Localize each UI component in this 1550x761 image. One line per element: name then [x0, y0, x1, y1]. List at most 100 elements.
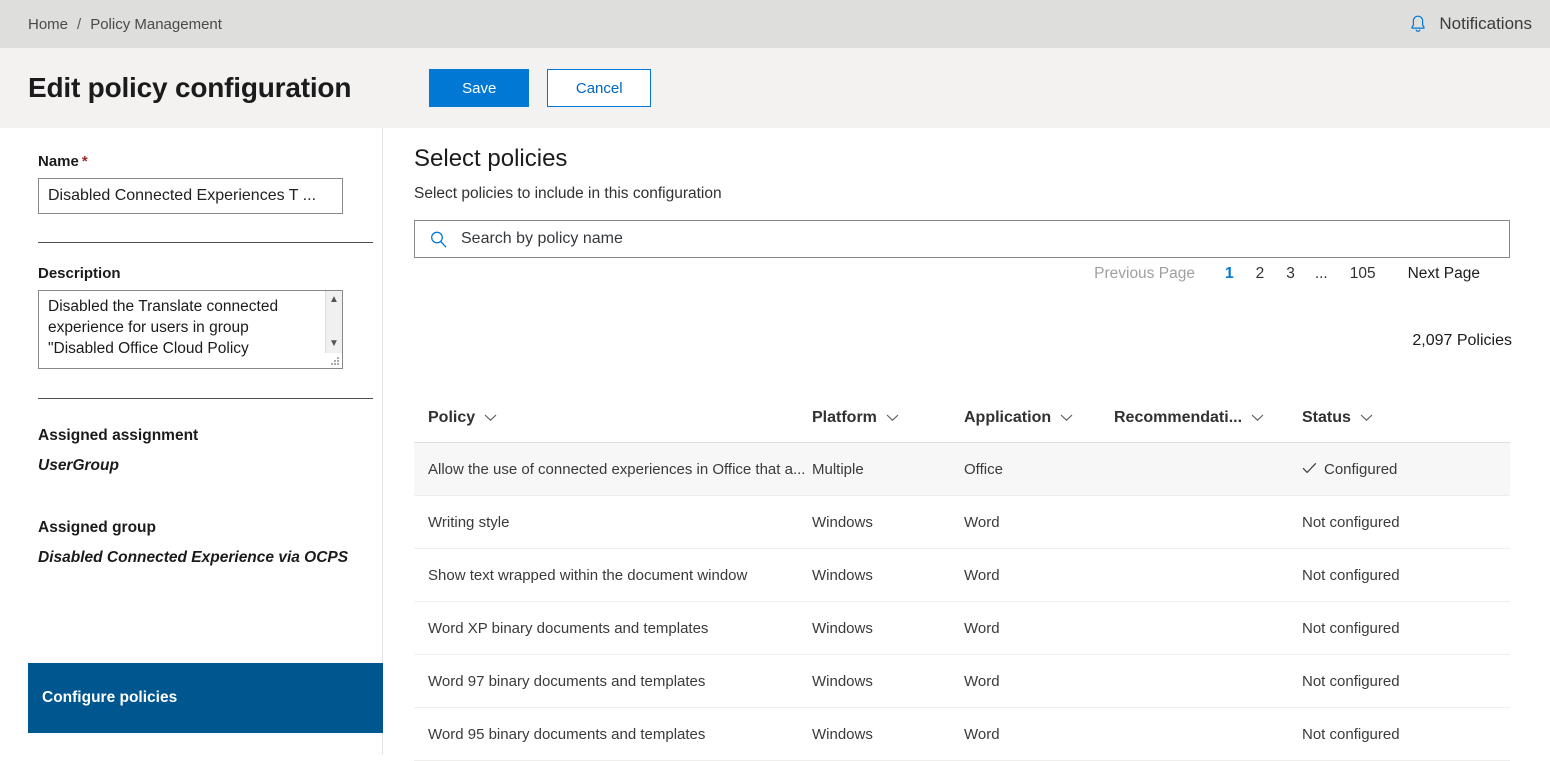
previous-page-button[interactable]: Previous Page [1094, 265, 1195, 283]
cancel-button[interactable]: Cancel [547, 69, 652, 107]
save-button[interactable]: Save [429, 69, 530, 107]
description-field-group: Description Disabled the Translate conne… [28, 243, 382, 369]
column-header-recommendation-label: Recommendati... [1114, 408, 1243, 426]
column-header-status-label: Status [1302, 408, 1351, 426]
column-header-status[interactable]: Status [1302, 409, 1482, 427]
required-marker: * [81, 153, 88, 170]
chevron-down-icon [886, 414, 899, 421]
table-row[interactable]: Allow the use of connected experiences i… [414, 443, 1510, 496]
top-navigation-bar: Home / Policy Management Notifications [0, 0, 1550, 48]
chevron-down-icon [484, 414, 497, 421]
name-field-group: Name * [28, 128, 382, 214]
page-button-3[interactable]: 3 [1286, 265, 1295, 283]
cell-application: Word [964, 513, 1000, 531]
cell-policy: Show text wrapped within the document wi… [428, 566, 748, 584]
scroll-down-icon[interactable]: ▼ [329, 339, 339, 349]
column-header-platform-label: Platform [812, 408, 877, 426]
bell-icon [1408, 14, 1428, 35]
notifications-button[interactable]: Notifications [1408, 14, 1532, 35]
status-text: Not configured [1302, 513, 1400, 531]
page-button-last[interactable]: 105 [1350, 265, 1376, 283]
cell-status: Not configured [1302, 514, 1482, 531]
configure-policies-label: Configure policies [42, 689, 178, 706]
cell-application: Word [964, 725, 1000, 743]
policies-table: Policy Platform Application Recommendati… [414, 393, 1510, 761]
description-scrollbar[interactable]: ▲ ▼ [325, 291, 342, 353]
page-content: Name* Description Disabled the Translate… [0, 128, 1550, 761]
chevron-down-icon [1060, 414, 1073, 421]
column-header-recommendation[interactable]: Recommendati... [1114, 409, 1302, 427]
assigned-group-label: Assigned group [38, 519, 156, 536]
status-text: Not configured [1302, 619, 1400, 637]
search-icon [415, 230, 448, 249]
status-text: Configured [1324, 460, 1398, 478]
cell-policy: Allow the use of connected experiences i… [428, 460, 806, 478]
cell-application: Word [964, 672, 1000, 690]
table-row[interactable]: Writing style Windows Word Not configured [414, 496, 1510, 549]
chevron-down-icon [1360, 414, 1373, 421]
table-row[interactable]: Show text wrapped within the document wi… [414, 549, 1510, 602]
pagination-ellipsis: ... [1314, 265, 1328, 282]
cell-application: Word [964, 619, 1000, 637]
cell-status: Not configured [1302, 620, 1482, 637]
select-policies-panel: Select policies Select policies to inclu… [384, 128, 1550, 761]
search-box[interactable] [414, 220, 1510, 258]
cell-policy: Writing style [428, 513, 510, 531]
page-button-2[interactable]: 2 [1256, 265, 1265, 283]
chevron-down-icon [1251, 414, 1264, 421]
resize-grip-icon[interactable] [330, 356, 340, 366]
column-header-policy[interactable]: Policy [414, 409, 812, 427]
page-header: Edit policy configuration Save Cancel [0, 48, 1550, 128]
description-text: Disabled the Translate connected experie… [48, 298, 279, 357]
cell-application: Word [964, 566, 1000, 584]
column-header-platform[interactable]: Platform [812, 409, 964, 427]
cell-status: Not configured [1302, 726, 1482, 743]
page-title: Edit policy configuration [28, 72, 352, 103]
policy-count: 2,097 Policies [1412, 332, 1512, 349]
assigned-assignment-value: UserGroup [38, 457, 119, 474]
name-label: Name * [38, 153, 382, 170]
cell-policy: Word XP binary documents and templates [428, 619, 709, 637]
scroll-up-icon[interactable]: ▲ [329, 295, 339, 305]
description-label: Description [38, 265, 121, 282]
breadcrumb-separator: / [77, 15, 82, 33]
select-policies-heading: Select policies [414, 145, 568, 172]
status-text: Not configured [1302, 566, 1400, 584]
cell-status: Not configured [1302, 567, 1482, 584]
column-header-application-label: Application [964, 408, 1052, 426]
assigned-group-value: Disabled Connected Experience via OCPS [38, 549, 349, 566]
cell-platform: Windows [812, 672, 873, 690]
name-input[interactable] [38, 178, 343, 214]
cell-application: Office [964, 460, 1003, 478]
page-button-1[interactable]: 1 [1225, 265, 1234, 283]
table-body: Allow the use of connected experiences i… [414, 443, 1510, 761]
search-input[interactable] [448, 221, 1509, 257]
cell-status: Configured [1302, 461, 1482, 478]
table-row[interactable]: Word 95 binary documents and templates Wi… [414, 708, 1510, 761]
select-policies-subheading: Select policies to include in this confi… [414, 185, 722, 202]
status-text: Not configured [1302, 672, 1400, 690]
table-row[interactable]: Word XP binary documents and templates Wi… [414, 602, 1510, 655]
divider-2 [38, 398, 373, 399]
breadcrumb: Home / Policy Management [28, 16, 222, 33]
cell-policy: Word 95 binary documents and templates [428, 725, 706, 743]
table-header-row: Policy Platform Application Recommendati… [414, 393, 1510, 443]
breadcrumb-home-link[interactable]: Home [28, 16, 68, 33]
table-row[interactable]: Word 97 binary documents and templates Wi… [414, 655, 1510, 708]
cell-policy: Word 97 binary documents and templates [428, 672, 706, 690]
next-page-button[interactable]: Next Page [1408, 265, 1480, 283]
breadcrumb-current-page[interactable]: Policy Management [90, 16, 222, 33]
status-text: Not configured [1302, 725, 1400, 743]
description-textarea[interactable]: Disabled the Translate connected experie… [38, 290, 343, 369]
pagination: Previous Page 1 2 3 ... 105 Next Page [1094, 265, 1480, 283]
column-header-policy-label: Policy [428, 408, 476, 426]
cell-platform: Windows [812, 725, 873, 743]
configure-policies-tab[interactable]: Configure policies [28, 663, 383, 733]
cell-status: Not configured [1302, 673, 1482, 690]
configuration-details-panel: Name* Description Disabled the Translate… [28, 128, 383, 755]
column-header-application[interactable]: Application [964, 409, 1114, 427]
cell-platform: Windows [812, 566, 873, 584]
cell-platform: Windows [812, 619, 873, 637]
checkmark-icon [1302, 461, 1317, 478]
notifications-label: Notifications [1439, 14, 1532, 33]
